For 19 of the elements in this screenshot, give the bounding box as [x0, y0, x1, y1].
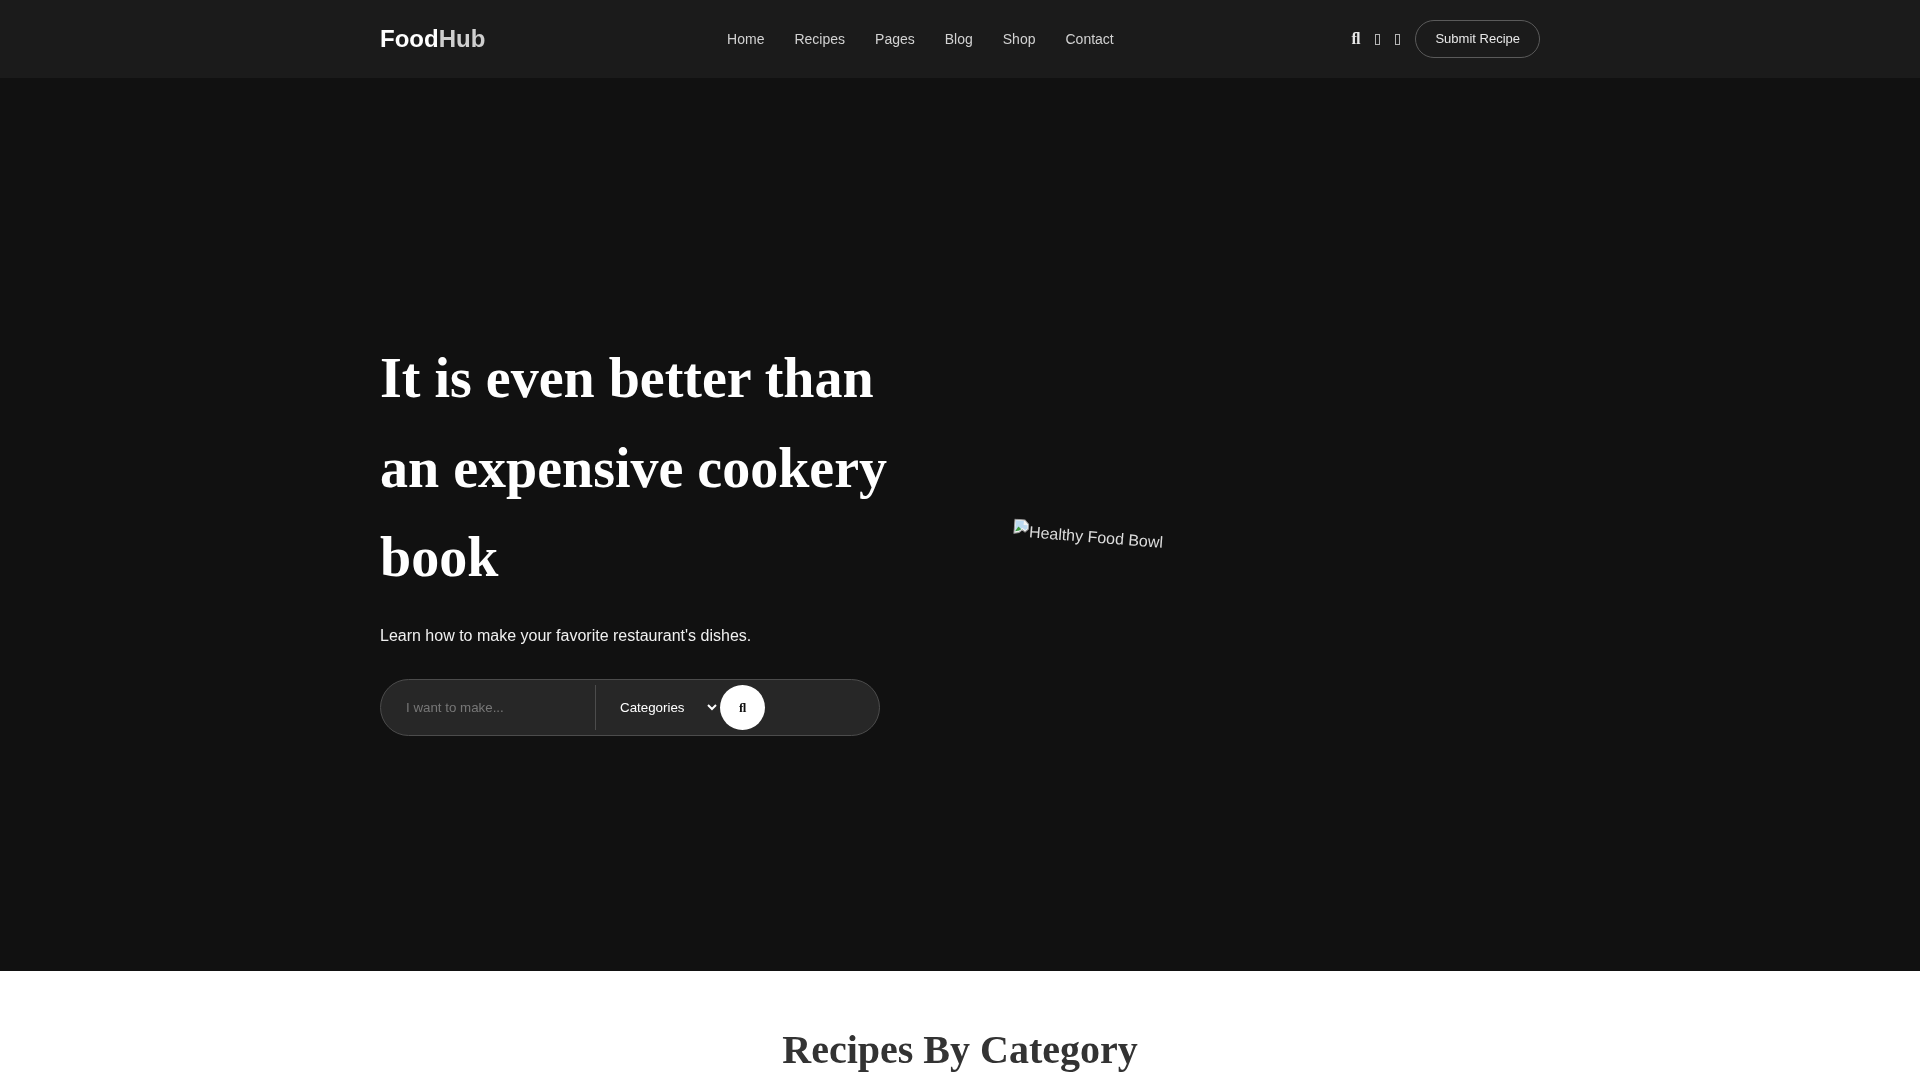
nav-link[interactable]: Pages	[875, 30, 915, 48]
broken-image-icon	[1012, 518, 1031, 536]
search-field[interactable]: I want to make...	[386, 685, 596, 731]
search-button[interactable]: ﬂ	[720, 685, 765, 731]
logo[interactable]: FoodHub	[380, 25, 486, 53]
missing-glyph-icon[interactable]	[1395, 33, 1401, 45]
category-select[interactable]: Categories	[596, 685, 720, 731]
image-alt-text: Healthy Food Bowl	[1028, 522, 1164, 553]
search-link[interactable]: ﬂ	[1351, 30, 1361, 48]
section-heading: Recipes By Category	[782, 1027, 1138, 1074]
nav-link[interactable]: Shop	[1002, 30, 1036, 48]
nav-link[interactable]: Home	[727, 30, 765, 48]
hero-title: It is even better than an expensive cookery book	[380, 346, 889, 591]
nav-link[interactable]: Recipes	[794, 30, 846, 48]
search-bar[interactable]: I want to make... Categories ﬂ	[380, 679, 880, 737]
missing-glyph-icon[interactable]	[1375, 33, 1381, 45]
hero-subtitle: Learn how to make your favorite restaurant's dishes.	[380, 625, 753, 646]
nav-link[interactable]: Blog	[944, 30, 973, 48]
nav-link[interactable]: Contact	[1065, 30, 1114, 48]
